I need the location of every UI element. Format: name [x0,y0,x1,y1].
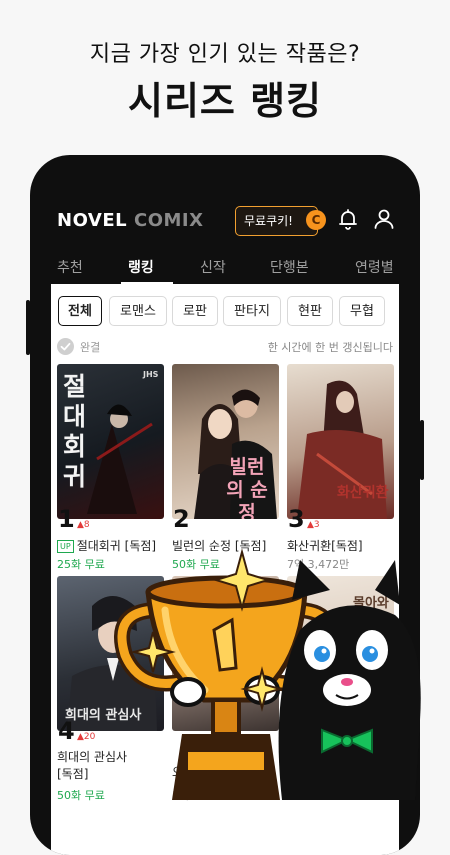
cover-publisher-text: JHS [143,370,159,379]
series-meta: 50화 무료 [57,789,105,802]
rank-number: 2 [173,505,190,533]
series-meta: 1억 1,734만 [172,789,235,802]
tab-single-volume[interactable]: 단행본 [270,257,309,277]
cover-title-text: 화산귀환 [337,485,389,501]
series-meta: 50화 무료 [172,558,220,571]
rank-number: 3 [288,505,305,533]
series-title: 희대의 관심사 [독점] [57,749,172,783]
cover-title-text: 절대회귀 [63,372,87,491]
genre-chip-romance-fantasy[interactable]: 로판 [172,296,218,326]
rank-change: ▲8 [77,520,90,530]
tab-ranking[interactable]: 랭킹 [128,257,154,277]
tab-age[interactable]: 연령별 [355,257,394,277]
series-title-text: 희대의 관심사 [57,750,128,764]
genre-chip-fantasy[interactable]: 판타지 [223,296,281,326]
series-title-text: 절대회귀 [독점] [76,539,157,553]
genre-chip-martial-arts[interactable]: 무협 [339,296,385,326]
series-title: 화산귀환[독점] [287,539,363,553]
rank-change: ▲3 [307,520,320,530]
phone-side-button-right [420,420,424,480]
series-title-text-line2: [독점] [57,767,89,781]
series-meta: 7억 3,472만 [287,558,350,571]
cover-image: 화산귀환 [287,364,394,519]
completed-filter-label[interactable]: 완결 [80,339,100,355]
rank-number: 4 [58,717,75,745]
promo-subtitle: 지금 가장 인기 있는 작품은? [89,42,361,67]
cover-image: 몰아와 [287,576,394,731]
update-note: 한 시간에 한 번 갱신됩니다 [267,341,393,354]
user-icon[interactable] [372,207,396,231]
cover-image: 빌런의 순정 [172,364,279,519]
novel-tab[interactable]: NOVEL [57,210,127,231]
up-badge: UP [57,540,74,553]
series-title: 빌런의 순정 [독점] [172,539,267,553]
series-title: 으로 살아남기[독 [172,765,258,779]
genre-chip-romance[interactable]: 로맨스 [109,296,167,326]
main-tabs: 추천 랭킹 신작 단행본 연령별 [30,249,420,285]
comix-tab[interactable]: COMIX [134,210,204,231]
promo-title: 시리즈 랭킹 [127,79,323,123]
ranking-content: 전체 로맨스 로판 판타지 현판 무협 완결 한 시간에 한 번 갱신됩니다 절… [51,284,399,855]
filter-row: 완결 한 시간에 한 번 갱신됩니다 [57,338,393,356]
cover-image [172,576,279,731]
cover-image: 절대회귀 JHS [57,364,164,519]
series-meta: 25화 무료 [57,558,105,571]
cover-title-text: 몰아와 [353,596,389,611]
check-icon[interactable] [57,338,74,355]
cookie-icon: C [306,210,326,230]
rank-change: ▲20 [77,732,96,742]
bell-icon[interactable] [336,207,360,231]
rank-number: 1 [58,505,75,533]
app-header: NOVEL COMIX 무료쿠키! C [30,199,420,239]
tab-new[interactable]: 신작 [200,257,226,277]
genre-chip-all[interactable]: 전체 [58,296,102,326]
tab-recommend[interactable]: 추천 [57,257,83,277]
series-title: UP 절대회귀 [독점] [57,537,172,554]
cover-title-text: 빌런의 순정 [226,456,268,519]
cover-title-text: 희대의 관심사 [65,708,142,723]
genre-chip-modern-fantasy[interactable]: 현판 [287,296,333,326]
cover-image: 희대의 관심사 [57,576,164,731]
phone-frame: NOVEL COMIX 무료쿠키! C 추천 랭킹 신작 단행본 연령별 전체 … [30,155,420,855]
